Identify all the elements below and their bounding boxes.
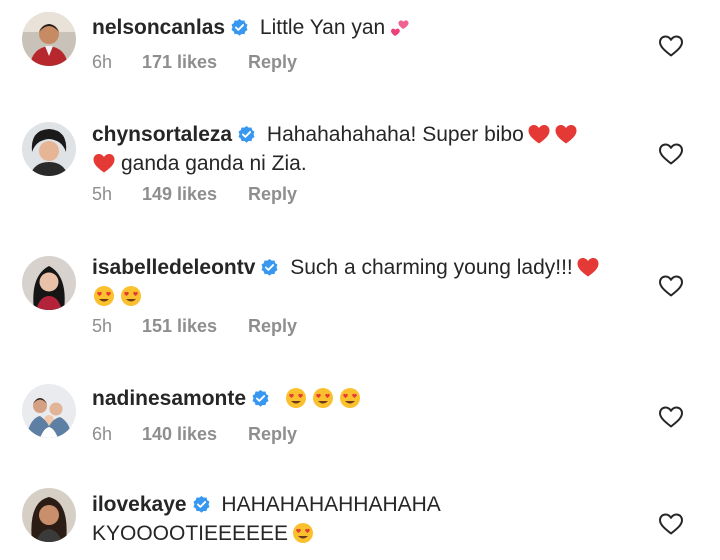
verified-badge-icon <box>237 125 256 144</box>
comment-meta: 5h 151 likes Reply <box>92 316 297 337</box>
comment-time: 5h <box>92 316 113 336</box>
verified-badge-icon <box>251 389 270 408</box>
comment-meta: 6h 171 likes Reply <box>92 52 297 73</box>
comment-message: Hahahahahaha! Super bibo <box>266 123 524 146</box>
red-heart-emoji-icon <box>554 123 578 145</box>
heart-eyes-emoji-icon <box>291 522 315 544</box>
likes-count[interactable]: 151 likes <box>142 316 248 337</box>
comment-text: isabelledeleontv Such a charming young l… <box>92 253 612 311</box>
username[interactable]: chynsortaleza <box>92 123 232 146</box>
heart-eyes-emoji-icon <box>119 285 143 307</box>
heart-eyes-emoji-icon <box>338 387 362 409</box>
likes-count[interactable]: 171 likes <box>142 52 248 73</box>
username[interactable]: nadinesamonte <box>92 387 246 410</box>
comment-text: ilovekaye HAHAHAHAHHAHAHA KYOOOOTIEEEEEE <box>92 490 612 548</box>
comment-meta: 5h 149 likes Reply <box>92 184 297 205</box>
comment-time: 6h <box>92 52 113 72</box>
avatar[interactable] <box>22 488 76 542</box>
comment-time: 6h <box>92 424 113 444</box>
heart-eyes-emoji-icon <box>92 285 116 307</box>
like-heart-icon[interactable] <box>658 512 684 536</box>
comment-message: HAHAHAHAHHAHAHA <box>221 493 441 516</box>
avatar[interactable] <box>22 122 76 176</box>
username[interactable]: ilovekaye <box>92 493 187 516</box>
avatar[interactable] <box>22 256 76 310</box>
reply-button[interactable]: Reply <box>248 184 297 205</box>
like-heart-icon[interactable] <box>658 274 684 298</box>
reply-button[interactable]: Reply <box>248 316 297 337</box>
heart-eyes-emoji-icon <box>311 387 335 409</box>
comment-time: 5h <box>92 184 113 204</box>
reply-button[interactable]: Reply <box>248 52 297 73</box>
red-heart-emoji-icon <box>527 123 551 145</box>
reply-button[interactable]: Reply <box>248 424 297 445</box>
likes-count[interactable]: 149 likes <box>142 184 248 205</box>
comment-text: chynsortaleza Hahahahahaha! Super bibo g… <box>92 120 612 178</box>
comment-text: nadinesamonte <box>92 384 612 413</box>
verified-badge-icon <box>192 495 211 514</box>
username[interactable]: isabelledeleontv <box>92 256 255 279</box>
avatar[interactable] <box>22 384 76 438</box>
heart-eyes-emoji-icon <box>284 387 308 409</box>
like-heart-icon[interactable] <box>658 34 684 58</box>
two-hearts-emoji-icon <box>388 16 412 38</box>
like-heart-icon[interactable] <box>658 142 684 166</box>
red-heart-emoji-icon <box>576 256 600 278</box>
like-heart-icon[interactable] <box>658 405 684 429</box>
avatar[interactable] <box>22 12 76 66</box>
comment-message: Such a charming young lady!!! <box>290 256 573 279</box>
verified-badge-icon <box>230 18 249 37</box>
username[interactable]: nelsoncanlas <box>92 16 225 39</box>
comment-meta: 6h 140 likes Reply <box>92 424 297 445</box>
comment-text: nelsoncanlas Little Yan yan <box>92 13 612 42</box>
comment-message-line2: ganda ganda ni Zia. <box>121 152 307 175</box>
red-heart-emoji-icon <box>92 152 116 174</box>
comment-message: Little Yan yan <box>259 16 386 39</box>
comment-message-line2: KYOOOOTIEEEEEE <box>92 522 289 545</box>
verified-badge-icon <box>260 258 279 277</box>
likes-count[interactable]: 140 likes <box>142 424 248 445</box>
